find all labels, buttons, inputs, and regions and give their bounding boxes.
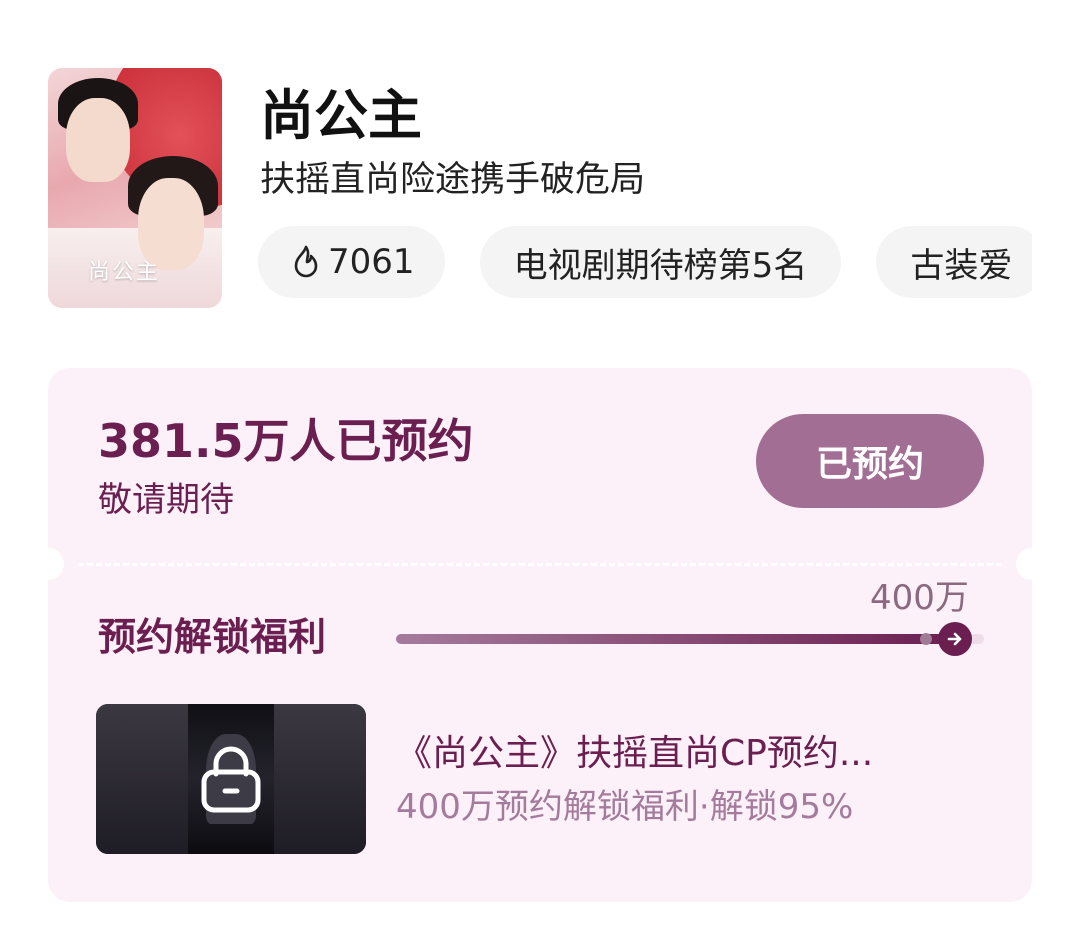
reservation-card: 381.5万人已预约 敬请期待 已预约 预约解锁福利 400万 《尚公主》扶摇直… [48,368,1032,902]
thumbnail-blur-left [96,704,188,854]
heat-value: 7061 [328,242,415,282]
tag-list: 7061 电视剧期待榜第5名 古装爱 [258,226,1032,298]
reserved-button[interactable]: 已预约 [756,414,984,508]
ranking-tag[interactable]: 电视剧期待榜第5名 [479,226,842,298]
genre-tag[interactable]: 古装爱 [876,226,1032,298]
poster-figure-face [66,98,130,182]
lock-icon [201,746,261,813]
ticket-notch [1016,548,1032,580]
poster-logo: 尚公主 [88,260,161,285]
reservation-hint: 敬请期待 [98,480,234,520]
reservation-count: 381.5万人已预约 [98,414,474,468]
show-header: 尚公主 尚公主 扶摇直尚险途携手破危局 7061 电视剧期待榜第5名 古装爱 [0,0,1080,340]
progress-end-dot [920,633,932,645]
arrow-right-icon [938,622,972,656]
benefit-item-title[interactable]: 《尚公主》扶摇直尚CP预约... [396,730,956,778]
show-poster[interactable]: 尚公主 [48,68,222,308]
heat-tag[interactable]: 7061 [258,226,445,298]
thumbnail-blur-right [274,704,366,854]
progress-fill [396,634,955,644]
reservation-progress-bar [396,622,984,656]
flame-icon [294,245,318,278]
show-title: 尚公主 [260,84,422,147]
progress-target-label: 400万 [870,578,969,618]
ticket-notch [48,548,64,580]
benefits-label: 预约解锁福利 [98,615,327,659]
benefit-thumbnail[interactable] [96,704,366,854]
show-subtitle: 扶摇直尚险途携手破危局 [260,160,646,200]
ticket-divider [78,563,1002,566]
benefit-item-subtitle: 400万预约解锁福利·解锁95% [396,787,854,827]
